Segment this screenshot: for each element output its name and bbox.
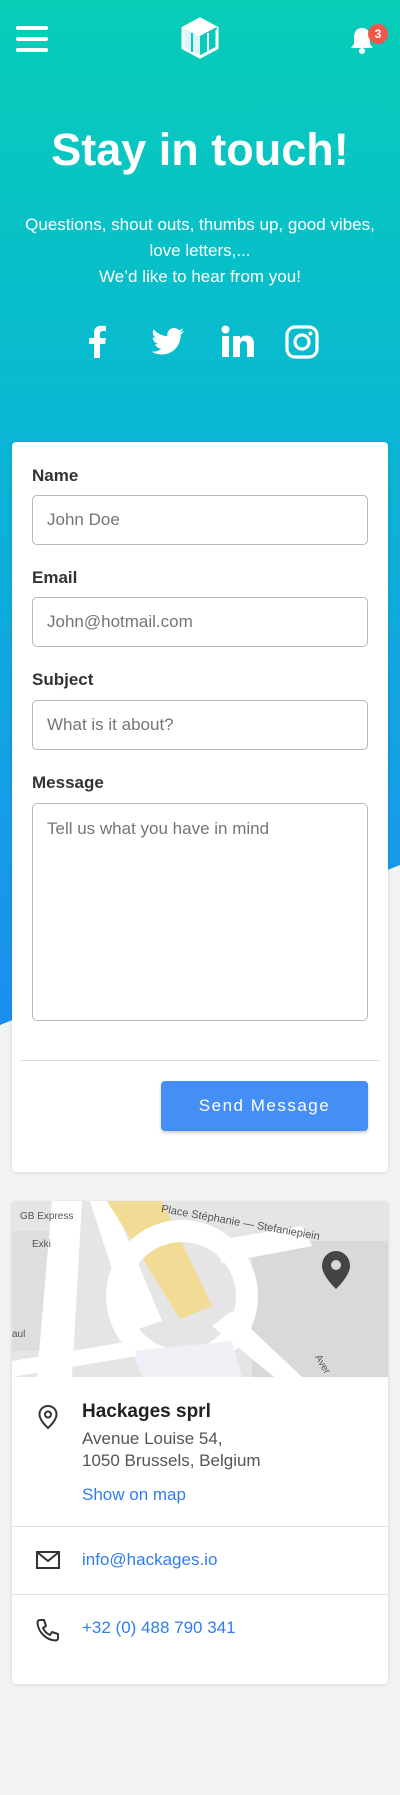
top-bar: 3 <box>0 0 400 80</box>
form-divider <box>20 1060 380 1061</box>
phone-link[interactable]: +32 (0) 488 790 341 <box>82 1618 236 1638</box>
notification-count-badge: 3 <box>368 24 388 44</box>
phone-icon <box>36 1619 59 1642</box>
instagram-icon[interactable] <box>282 322 322 362</box>
map-graphic <box>12 1201 388 1377</box>
page-title: Stay in touch! <box>51 124 349 175</box>
subtitle-line: love letters,... <box>149 241 251 260</box>
email-input[interactable] <box>32 597 368 647</box>
email-label: Email <box>32 568 78 587</box>
subtitle-line: Questions, shout outs, thumbs up, good v… <box>25 215 375 234</box>
address-line: Avenue Louise 54, <box>82 1429 223 1448</box>
subject-label: Subject <box>32 670 94 689</box>
contact-form-card: Name Email Subject Message Send Message <box>12 442 388 1172</box>
show-on-map-link[interactable]: Show on map <box>82 1485 186 1505</box>
company-name: Hackages sprl <box>82 1401 211 1422</box>
address-row: Hackages sprl Avenue Louise 54, 1050 Bru… <box>12 1401 388 1511</box>
phone-row: +32 (0) 488 790 341 <box>12 1614 388 1644</box>
message-label: Message <box>32 773 104 792</box>
mail-icon <box>36 1551 60 1569</box>
email-row: info@hackages.io <box>12 1546 388 1576</box>
address-line: 1050 Brussels, Belgium <box>82 1451 261 1470</box>
subject-input[interactable] <box>32 700 368 750</box>
hackages-logo-icon[interactable] <box>178 16 222 60</box>
map-place-label: Exki <box>32 1239 51 1250</box>
twitter-icon[interactable] <box>148 322 188 362</box>
name-input[interactable] <box>32 495 368 545</box>
map-place-label: aul <box>12 1329 26 1340</box>
linkedin-icon[interactable] <box>218 322 258 362</box>
email-link[interactable]: info@hackages.io <box>82 1550 217 1570</box>
map-place-label: GB Express <box>20 1211 74 1222</box>
hero-subtitle: Questions, shout outs, thumbs up, good v… <box>15 212 385 290</box>
map-pin-icon <box>38 1404 58 1430</box>
contact-info-card: GB Express Exki Place Stéphanie — Stefan… <box>12 1201 388 1684</box>
row-divider <box>12 1526 388 1527</box>
name-label: Name <box>32 466 79 485</box>
notification-bell[interactable]: 3 <box>348 22 388 56</box>
subtitle-line: We’d like to hear from you! <box>99 267 301 286</box>
send-message-button[interactable]: Send Message <box>161 1081 368 1131</box>
facebook-icon[interactable] <box>78 322 118 362</box>
social-links <box>0 322 400 362</box>
message-textarea[interactable] <box>32 803 368 1021</box>
hamburger-menu-icon[interactable] <box>16 26 50 52</box>
row-divider <box>12 1594 388 1595</box>
location-map[interactable]: GB Express Exki Place Stéphanie — Stefan… <box>12 1201 388 1377</box>
